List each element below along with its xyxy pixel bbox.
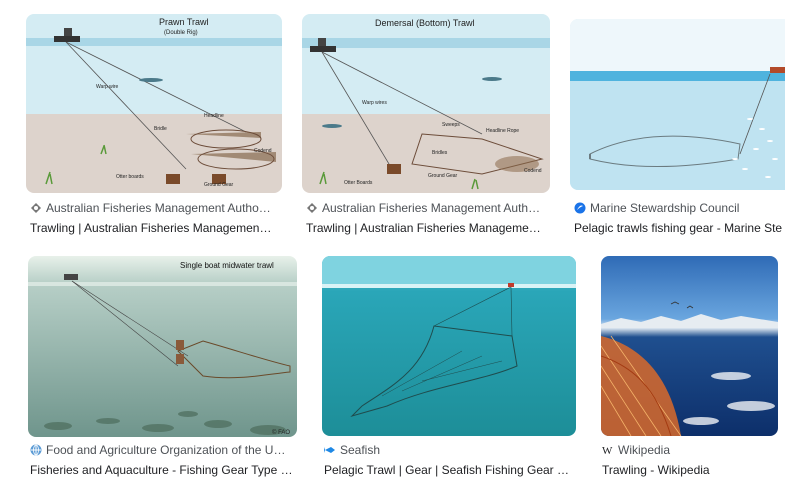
diagram-label: Bridles — [432, 150, 448, 156]
source-name: Australian Fisheries Management Autho… — [46, 201, 271, 215]
result-thumbnail[interactable]: Prawn Trawl (Double Rig) Warp wire Headl… — [26, 14, 282, 193]
result-title[interactable]: Fisheries and Aquaculture - Fishing Gear… — [30, 462, 297, 478]
result-thumbnail[interactable] — [601, 256, 778, 436]
result-thumbnail[interactable] — [570, 19, 785, 190]
source-name: Marine Stewardship Council — [590, 201, 740, 215]
image-title: Demersal (Bottom) Trawl — [375, 18, 475, 28]
crest-icon — [30, 202, 42, 214]
fao-globe-icon — [30, 444, 42, 456]
image-title: Prawn Trawl — [159, 17, 209, 27]
diagram-label: Codend — [524, 168, 542, 174]
diagram-label: Ground Gear — [204, 182, 234, 188]
crest-icon — [306, 202, 318, 214]
diagram-label: Headline Rope — [486, 128, 519, 134]
diagram-label: Bridle — [154, 126, 167, 132]
result-thumbnail[interactable]: Single boat midwater trawl © FAO — [28, 256, 297, 437]
seafish-pelagic-trawl — [322, 256, 576, 436]
diagram-label: Otter boards — [116, 174, 144, 180]
result-title[interactable]: Pelagic Trawl | Gear | Seafish Fishing G… — [324, 462, 576, 478]
diagram-label: Ground Gear — [428, 173, 458, 179]
diagram-label: Sweeps — [442, 122, 460, 128]
diagram-label: Codend — [254, 148, 272, 154]
image-subtitle: (Double Rig) — [164, 30, 198, 36]
image-credit: © FAO — [272, 429, 290, 436]
prawn-trawl-diagram: Prawn Trawl (Double Rig) Warp wire Headl… — [26, 14, 282, 193]
seafish-logo-icon — [324, 444, 336, 456]
demersal-trawl-diagram: Demersal (Bottom) Trawl Warp wires Sweep… — [302, 14, 550, 193]
wikipedia-w-icon: W — [602, 444, 614, 457]
result-source[interactable]: Marine Stewardship Council — [574, 200, 785, 216]
result-thumbnail[interactable] — [322, 256, 576, 436]
trawl-net-photo — [601, 256, 778, 436]
result-thumbnail[interactable]: Demersal (Bottom) Trawl Warp wires Sweep… — [302, 14, 550, 193]
diagram-label: Headline — [204, 113, 224, 119]
svg-text:W: W — [602, 445, 613, 456]
source-name: Food and Agriculture Organization of the… — [46, 443, 286, 457]
diagram-label: Warp wire — [96, 84, 119, 90]
source-name: Australian Fisheries Management Auth… — [322, 201, 541, 215]
source-name: Seafish — [340, 443, 381, 457]
result-source[interactable]: Seafish — [324, 442, 576, 458]
midwater-trawl-diagram: Single boat midwater trawl © FAO — [28, 256, 297, 437]
diagram-label: Otter Boards — [344, 180, 373, 186]
result-source[interactable]: W Wikipedia — [602, 442, 778, 458]
msc-logo-icon — [574, 202, 586, 214]
result-title[interactable]: Trawling | Australian Fisheries Manageme… — [306, 220, 550, 236]
result-source[interactable]: Australian Fisheries Management Autho… — [30, 200, 280, 216]
source-name: Wikipedia — [618, 443, 671, 457]
image-title: Single boat midwater trawl — [180, 261, 274, 270]
result-title[interactable]: Pelagic trawls fishing gear - Marine Ste — [574, 220, 785, 236]
result-source[interactable]: Food and Agriculture Organization of the… — [30, 442, 297, 458]
result-title[interactable]: Trawling | Australian Fisheries Manageme… — [30, 220, 280, 236]
diagram-label: Warp wires — [362, 100, 387, 106]
result-source[interactable]: Australian Fisheries Management Auth… — [306, 200, 550, 216]
result-title[interactable]: Trawling - Wikipedia — [602, 462, 778, 478]
pelagic-trawl-illustration — [570, 19, 785, 190]
